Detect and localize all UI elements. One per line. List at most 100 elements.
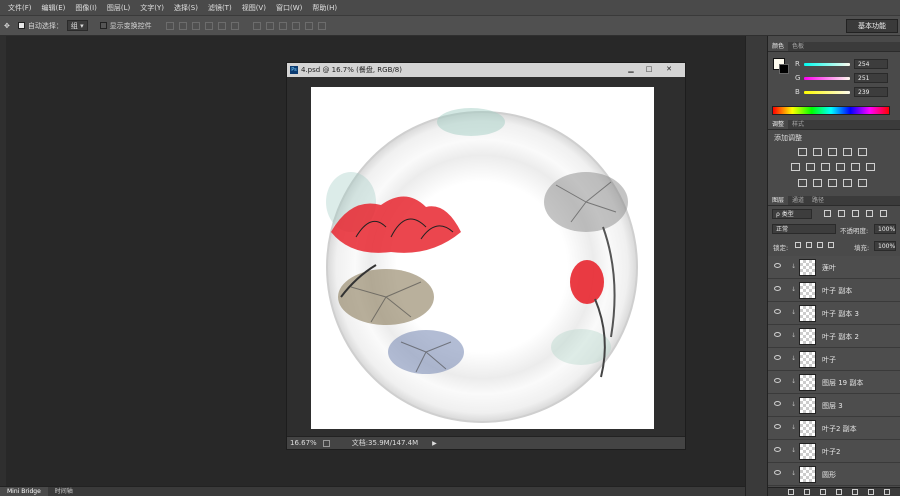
- distribute-right-icon[interactable]: [317, 21, 326, 30]
- visibility-eye-icon[interactable]: [774, 263, 781, 268]
- filter-adjustment-icon[interactable]: [838, 210, 845, 217]
- tab-color[interactable]: 颜色: [768, 42, 789, 51]
- brightness-icon[interactable]: [798, 148, 807, 156]
- visibility-eye-icon[interactable]: [774, 309, 781, 314]
- lock-transparent-icon[interactable]: [795, 242, 801, 248]
- distribute-top-icon[interactable]: [252, 21, 261, 30]
- distribute-hcenter-icon[interactable]: [304, 21, 313, 30]
- color-spectrum-bar[interactable]: [772, 106, 890, 115]
- layer-row[interactable]: ↓ 叶子2: [768, 440, 900, 463]
- workspace-switcher[interactable]: 基本功能: [846, 19, 898, 33]
- visibility-eye-icon[interactable]: [774, 378, 781, 383]
- color-lookup-icon[interactable]: [866, 163, 875, 171]
- layer-row[interactable]: ↓ 图层 19 副本: [768, 371, 900, 394]
- menu-view[interactable]: 视图(V): [242, 3, 266, 13]
- tab-adjustments[interactable]: 调整: [768, 120, 789, 129]
- background-color-swatch[interactable]: [779, 64, 789, 74]
- layer-row[interactable]: ↓ 图层 3: [768, 394, 900, 417]
- new-adjustment-icon[interactable]: [836, 489, 842, 495]
- close-icon[interactable]: ✕: [663, 65, 675, 74]
- g-slider[interactable]: [804, 77, 850, 80]
- document-title-bar[interactable]: Ps 4.psd @ 16.7% (餐盘, RGB/8) ▁ □ ✕: [287, 63, 685, 77]
- canvas[interactable]: [311, 87, 654, 429]
- distribute-bottom-icon[interactable]: [278, 21, 287, 30]
- fill-field[interactable]: 100%: [874, 241, 896, 251]
- filter-pixel-icon[interactable]: [824, 210, 831, 217]
- align-vcenter-icon[interactable]: [178, 21, 187, 30]
- menu-filter[interactable]: 滤镜(T): [208, 3, 232, 13]
- align-left-icon[interactable]: [204, 21, 213, 30]
- menu-window[interactable]: 窗口(W): [276, 3, 302, 13]
- delete-layer-icon[interactable]: [884, 489, 890, 495]
- blend-mode-dropdown[interactable]: 正常: [772, 224, 836, 234]
- link-layers-icon[interactable]: [788, 489, 794, 495]
- align-bottom-icon[interactable]: [191, 21, 200, 30]
- visibility-eye-icon[interactable]: [774, 424, 781, 429]
- visibility-eye-icon[interactable]: [774, 401, 781, 406]
- auto-select-dropdown[interactable]: 组 ▾: [66, 20, 88, 31]
- visibility-eye-icon[interactable]: [774, 286, 781, 291]
- lock-all-icon[interactable]: [828, 242, 834, 248]
- tab-timeline[interactable]: 时间轴: [48, 487, 80, 496]
- minimize-icon[interactable]: ▁: [625, 65, 637, 74]
- layer-style-icon[interactable]: [804, 489, 810, 495]
- black-white-icon[interactable]: [821, 163, 830, 171]
- move-tool-icon[interactable]: ✥: [4, 22, 10, 30]
- new-group-icon[interactable]: [852, 489, 858, 495]
- layer-filter-dropdown[interactable]: ρ 类型: [772, 209, 812, 219]
- layer-row[interactable]: ↓ 圆形: [768, 463, 900, 486]
- curves-icon[interactable]: [828, 148, 837, 156]
- visibility-eye-icon[interactable]: [774, 470, 781, 475]
- channel-mixer-icon[interactable]: [851, 163, 860, 171]
- tab-paths[interactable]: 路径: [808, 196, 828, 205]
- filter-shape-icon[interactable]: [866, 210, 873, 217]
- distribute-left-icon[interactable]: [291, 21, 300, 30]
- maximize-icon[interactable]: □: [643, 65, 655, 74]
- layer-row[interactable]: ↓ 叶子2 副本: [768, 417, 900, 440]
- photo-filter-icon[interactable]: [836, 163, 845, 171]
- menu-image[interactable]: 图像(I): [75, 3, 97, 13]
- new-layer-icon[interactable]: [868, 489, 874, 495]
- align-top-icon[interactable]: [165, 21, 174, 30]
- posterize-icon[interactable]: [813, 179, 822, 187]
- threshold-icon[interactable]: [828, 179, 837, 187]
- status-menu-icon[interactable]: [322, 439, 330, 447]
- tab-layers[interactable]: 图层: [768, 196, 789, 205]
- align-hcenter-icon[interactable]: [217, 21, 226, 30]
- visibility-eye-icon[interactable]: [774, 332, 781, 337]
- menu-help[interactable]: 帮助(H): [312, 3, 337, 13]
- r-slider[interactable]: [804, 63, 850, 66]
- tab-swatches[interactable]: 色板: [788, 42, 808, 51]
- b-value-field[interactable]: 239: [854, 87, 888, 97]
- align-right-icon[interactable]: [230, 21, 239, 30]
- g-value-field[interactable]: 251: [854, 73, 888, 83]
- menu-layer[interactable]: 图层(L): [107, 3, 130, 13]
- b-slider[interactable]: [804, 91, 850, 94]
- r-value-field[interactable]: 254: [854, 59, 888, 69]
- menu-select[interactable]: 选择(S): [174, 3, 198, 13]
- status-arrow-icon[interactable]: ▶: [432, 440, 437, 447]
- exposure-icon[interactable]: [843, 148, 852, 156]
- tab-mini-bridge[interactable]: Mini Bridge: [0, 487, 48, 496]
- opacity-field[interactable]: 100%: [874, 224, 896, 234]
- visibility-eye-icon[interactable]: [774, 355, 781, 360]
- layer-row[interactable]: ↓ 叶子 副本 2: [768, 325, 900, 348]
- show-transform-checkbox[interactable]: [99, 22, 107, 29]
- layer-row[interactable]: ↓ 叶子 副本 3: [768, 302, 900, 325]
- filter-smart-icon[interactable]: [880, 210, 887, 217]
- gradient-map-icon[interactable]: [843, 179, 852, 187]
- menu-edit[interactable]: 编辑(E): [42, 3, 66, 13]
- auto-select-checkbox[interactable]: [17, 22, 25, 29]
- levels-icon[interactable]: [813, 148, 822, 156]
- menu-file[interactable]: 文件(F): [8, 3, 32, 13]
- distribute-vcenter-icon[interactable]: [265, 21, 274, 30]
- zoom-level[interactable]: 16.67%: [290, 439, 317, 447]
- hue-saturation-icon[interactable]: [791, 163, 800, 171]
- lock-paint-icon[interactable]: [806, 242, 812, 248]
- invert-icon[interactable]: [798, 179, 807, 187]
- lock-move-icon[interactable]: [817, 242, 823, 248]
- menu-type[interactable]: 文字(Y): [140, 3, 164, 13]
- tab-styles[interactable]: 样式: [788, 120, 808, 129]
- color-balance-icon[interactable]: [806, 163, 815, 171]
- layer-row[interactable]: ↓ 莲叶: [768, 256, 900, 279]
